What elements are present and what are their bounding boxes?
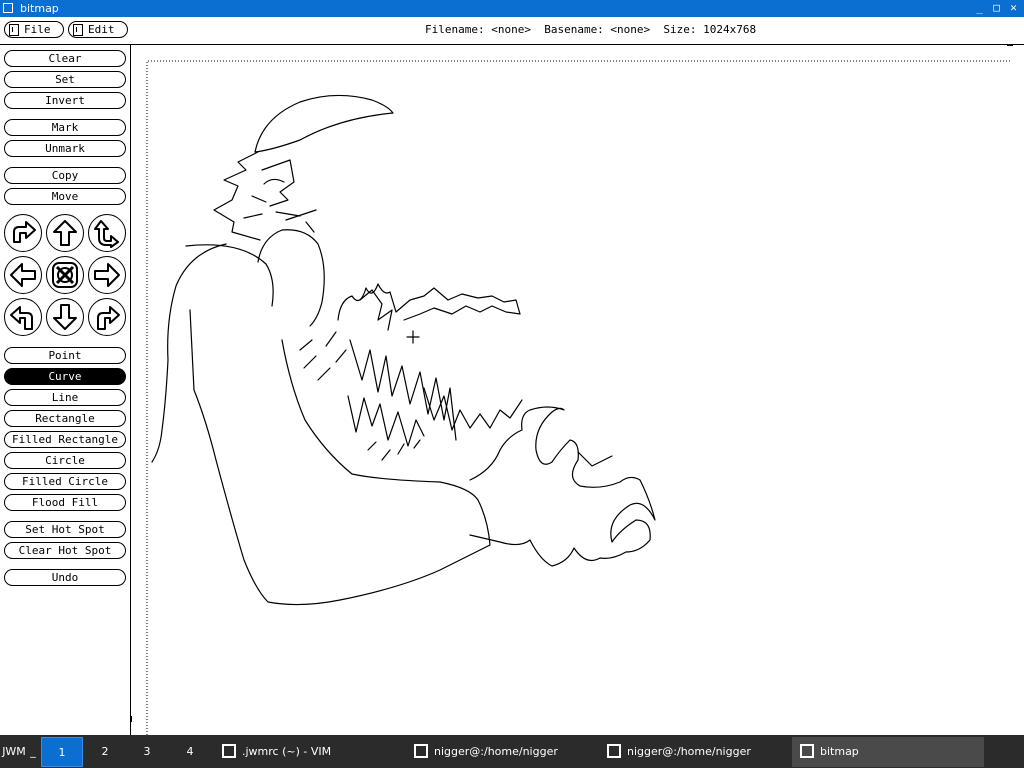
task-terminal-1-button[interactable]: nigger@:/home/nigger bbox=[406, 737, 598, 767]
desktop-1-button[interactable]: 1 bbox=[41, 737, 83, 767]
undo-button[interactable]: Undo bbox=[4, 569, 126, 586]
desktop-3-button[interactable]: 3 bbox=[127, 737, 167, 767]
tool-circle-button[interactable]: Circle bbox=[4, 452, 126, 469]
rotate-right-icon[interactable] bbox=[88, 298, 126, 336]
show-desktop-button[interactable]: _ bbox=[28, 737, 38, 767]
task-label: nigger@:/home/nigger bbox=[434, 745, 558, 758]
flip-horizontally-icon[interactable] bbox=[4, 214, 42, 252]
menu-icon bbox=[73, 23, 83, 36]
clear-button[interactable]: Clear bbox=[4, 50, 126, 67]
unmark-button[interactable]: Unmark bbox=[4, 140, 126, 157]
command-panel: Clear Set Invert Mark Unmark Copy Move P… bbox=[0, 45, 131, 735]
maximize-button[interactable]: □ bbox=[991, 2, 1002, 13]
task-terminal-2-button[interactable]: nigger@:/home/nigger bbox=[599, 737, 791, 767]
flip-vertically-icon[interactable] bbox=[88, 214, 126, 252]
menu-icon bbox=[9, 23, 19, 36]
jwm-menu-button[interactable]: JWM bbox=[2, 737, 26, 767]
invert-button[interactable]: Invert bbox=[4, 92, 126, 109]
tool-filled-rectangle-button[interactable]: Filled Rectangle bbox=[4, 431, 126, 448]
file-info: Filename: <none> Basename: <none> Size: … bbox=[425, 23, 757, 36]
move-button[interactable]: Move bbox=[4, 188, 126, 205]
set-hot-spot-button[interactable]: Set Hot Spot bbox=[4, 521, 126, 538]
set-button[interactable]: Set bbox=[4, 71, 126, 88]
tool-filled-circle-button[interactable]: Filled Circle bbox=[4, 473, 126, 490]
fold-icon[interactable] bbox=[46, 256, 84, 294]
copy-button[interactable]: Copy bbox=[4, 167, 126, 184]
tool-line-button[interactable]: Line bbox=[4, 389, 126, 406]
freehand-drawing bbox=[151, 94, 656, 606]
window-icon[interactable] bbox=[3, 3, 13, 13]
task-label: .jwmrc (~) - VIM bbox=[242, 745, 332, 758]
menu-bar: File Edit Filename: <none> Basename: <no… bbox=[0, 17, 1024, 45]
task-bitmap-button[interactable]: bitmap bbox=[792, 737, 984, 767]
window-icon bbox=[414, 744, 428, 758]
tool-flood-fill-button[interactable]: Flood Fill bbox=[4, 494, 126, 511]
file-menu-label: File bbox=[24, 23, 51, 36]
close-button[interactable]: ✕ bbox=[1008, 2, 1019, 13]
window-icon bbox=[800, 744, 814, 758]
bitmap-canvas[interactable] bbox=[131, 45, 1024, 735]
title-bar[interactable]: bitmap _ □ ✕ bbox=[0, 0, 1024, 17]
tool-rectangle-button[interactable]: Rectangle bbox=[4, 410, 126, 427]
task-vim-button[interactable]: .jwmrc (~) - VIM bbox=[214, 737, 406, 767]
window-icon bbox=[222, 744, 236, 758]
rotate-left-icon[interactable] bbox=[4, 298, 42, 336]
mark-button[interactable]: Mark bbox=[4, 119, 126, 136]
desktop-2-button[interactable]: 2 bbox=[85, 737, 125, 767]
task-label: bitmap bbox=[820, 745, 859, 758]
clear-hot-spot-button[interactable]: Clear Hot Spot bbox=[4, 542, 126, 559]
taskbar: JWM _ 1 2 3 4 .jwmrc (~) - VIM nigger@:/… bbox=[0, 735, 1024, 768]
tool-curve-button[interactable]: Curve bbox=[4, 368, 126, 385]
window-icon bbox=[607, 744, 621, 758]
arrow-right-icon[interactable] bbox=[88, 256, 126, 294]
edit-menu-button[interactable]: Edit bbox=[68, 21, 128, 38]
minimize-button[interactable]: _ bbox=[974, 2, 985, 13]
arrow-down-icon[interactable] bbox=[46, 298, 84, 336]
arrow-left-icon[interactable] bbox=[4, 256, 42, 294]
task-label: nigger@:/home/nigger bbox=[627, 745, 751, 758]
window-title: bitmap bbox=[20, 2, 59, 15]
edit-menu-label: Edit bbox=[88, 23, 115, 36]
tool-point-button[interactable]: Point bbox=[4, 347, 126, 364]
desktop-4-button[interactable]: 4 bbox=[169, 737, 211, 767]
file-menu-button[interactable]: File bbox=[4, 21, 64, 38]
arrow-up-icon[interactable] bbox=[46, 214, 84, 252]
